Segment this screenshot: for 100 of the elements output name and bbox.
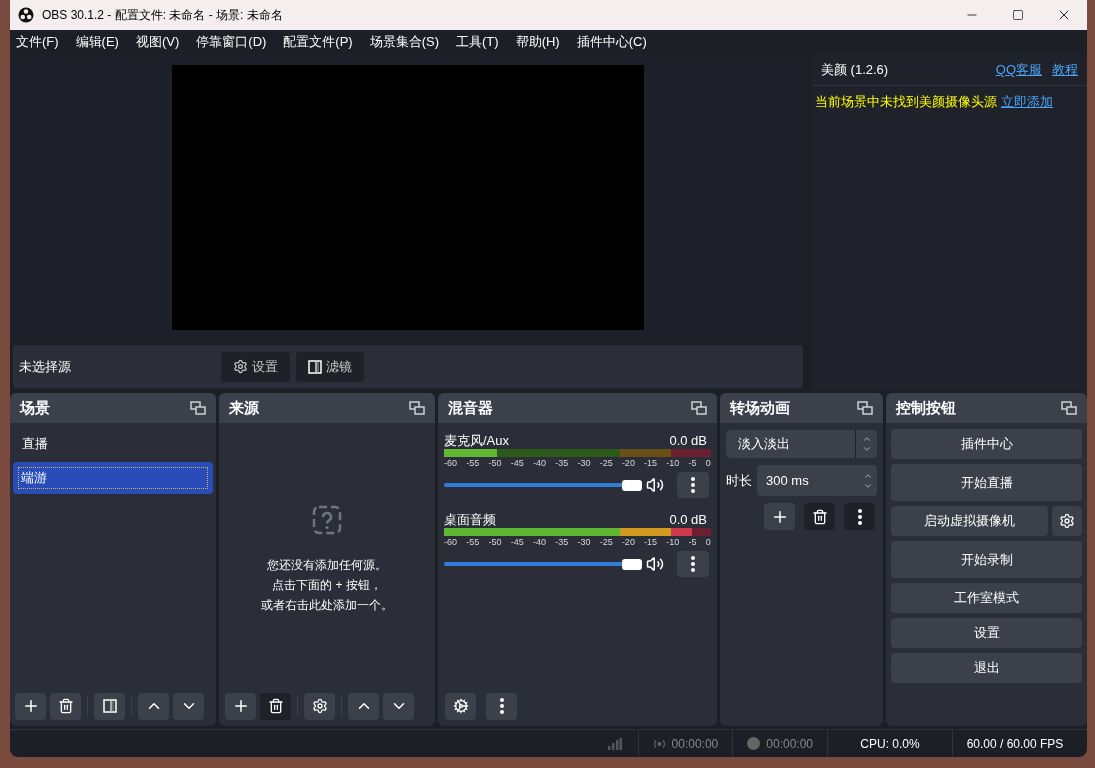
scale-label: -55 [466,457,480,469]
undock-icon[interactable] [1061,401,1077,415]
scale-label: -5 [688,536,697,548]
scale-label: -25 [599,457,613,469]
advanced-audio-button[interactable] [445,692,476,720]
settings-button[interactable]: 设置 [221,351,290,382]
move-up-button[interactable] [348,692,379,720]
empty-hint-text: 点击下面的 + 按钮， [272,576,382,594]
scale-label: -20 [621,457,635,469]
record-dot-icon [747,737,761,750]
move-up-button[interactable] [138,692,169,720]
add-button[interactable] [225,692,256,720]
transition-select[interactable]: 淡入淡出 [726,430,877,458]
menu-item[interactable]: 帮助(H) [515,32,560,52]
scale-label: -40 [532,536,546,548]
scene-item[interactable]: 端游 [13,462,213,494]
help-link[interactable]: QQ客服 [995,59,1042,80]
add-button[interactable] [15,692,46,720]
channel-menu-button[interactable] [677,472,709,498]
more-button[interactable] [486,692,517,720]
scale-label: 0 [705,457,711,469]
scale-label: -10 [666,536,680,548]
scale-label: 0 [705,536,711,548]
scale-label: -30 [577,536,591,548]
gear-icon [311,698,328,714]
plugin-title: 美颜 (1.2.6) [821,60,889,79]
trash-icon [811,508,828,525]
volume-thumb[interactable] [622,479,642,491]
maximize-icon [1012,9,1024,21]
control-button[interactable]: 退出 [891,653,1082,683]
remove-button[interactable] [50,692,81,720]
control-button[interactable]: 启动虚拟摄像机 [891,506,1048,536]
menu-item[interactable]: 编辑(E) [75,32,119,52]
record-time: 00:00:00 [766,735,813,753]
dock-title: 来源 [229,397,259,418]
undock-icon[interactable] [409,401,425,415]
scale-label: -50 [488,457,502,469]
menu-item[interactable]: 配置文件(P) [283,32,353,52]
help-link[interactable]: 教程 [1052,59,1078,80]
scale-label: -55 [466,536,480,548]
trash-icon [267,698,284,714]
remove-button[interactable] [260,692,291,720]
more-icon [857,508,862,525]
menu-item[interactable]: 停靠窗口(D) [196,32,267,52]
scale-label: -30 [577,457,591,469]
chevron-up-icon [861,434,872,444]
dock-title: 混音器 [448,397,493,418]
filters-button[interactable]: 滤镜 [296,351,364,382]
gear-icon [1059,513,1075,529]
move-down-button[interactable] [173,692,204,720]
filter-icon [308,359,322,374]
chevron-down-icon [861,444,872,454]
cpu-usage: CPU: 0.0% [860,735,920,753]
duration-field[interactable]: 300 ms [757,465,877,496]
menu-item[interactable]: 文件(F) [16,32,59,52]
scale-label: -35 [555,457,569,469]
broadcast-icon [652,738,666,749]
menu-item[interactable]: 工具(T) [456,32,499,52]
add-now-link[interactable]: 立即添加 [1001,92,1053,112]
menu-item[interactable]: 视图(V) [135,32,180,52]
move-down-button[interactable] [383,692,414,720]
add-button[interactable] [764,503,795,530]
remove-button[interactable] [804,503,835,530]
scale-label: -15 [644,536,658,548]
volume-thumb[interactable] [622,558,642,570]
more-icon [691,556,695,572]
control-button[interactable]: 开始录制 [891,541,1082,578]
fps-reading: 60.00 / 60.00 FPS [966,735,1064,753]
control-button[interactable]: 设置 [891,618,1082,648]
dock-title: 场景 [20,397,50,418]
scale-label: -15 [644,457,658,469]
settings-button[interactable] [1052,506,1082,536]
menu-item[interactable]: 插件中心(C) [576,32,647,52]
scale-label: -50 [488,536,502,548]
control-button[interactable]: 插件中心 [891,429,1082,459]
speaker-icon[interactable] [646,555,664,573]
undock-icon[interactable] [691,401,707,415]
gears-icon [452,698,469,714]
undock-icon[interactable] [857,401,873,415]
scene-item[interactable]: 直播 [13,428,213,460]
volume-slider[interactable] [444,558,642,570]
channel-menu-button[interactable] [677,551,709,577]
properties-button[interactable] [304,692,335,720]
empty-hint-text: 您还没有添加任何源。 [267,556,387,574]
scale-label: -35 [555,536,569,548]
more-button[interactable] [844,503,875,530]
speaker-icon[interactable] [646,476,664,494]
scale-label: -60 [444,536,457,548]
scale-label: -60 [444,457,457,469]
volume-reading: 0.0 dB [669,432,707,449]
control-button[interactable]: 开始直播 [891,464,1082,501]
control-button[interactable]: 工作室模式 [891,583,1082,613]
question-icon [312,504,342,535]
menu-item[interactable]: 场景集合(S) [369,32,440,52]
undock-icon[interactable] [190,401,206,415]
warning-text: 当前场景中未找到美颜摄像头源 [815,93,997,111]
volume-slider[interactable] [444,479,642,491]
volume-reading: 0.0 dB [669,511,707,528]
scale-label: -10 [666,457,680,469]
filters-button[interactable] [94,692,125,720]
